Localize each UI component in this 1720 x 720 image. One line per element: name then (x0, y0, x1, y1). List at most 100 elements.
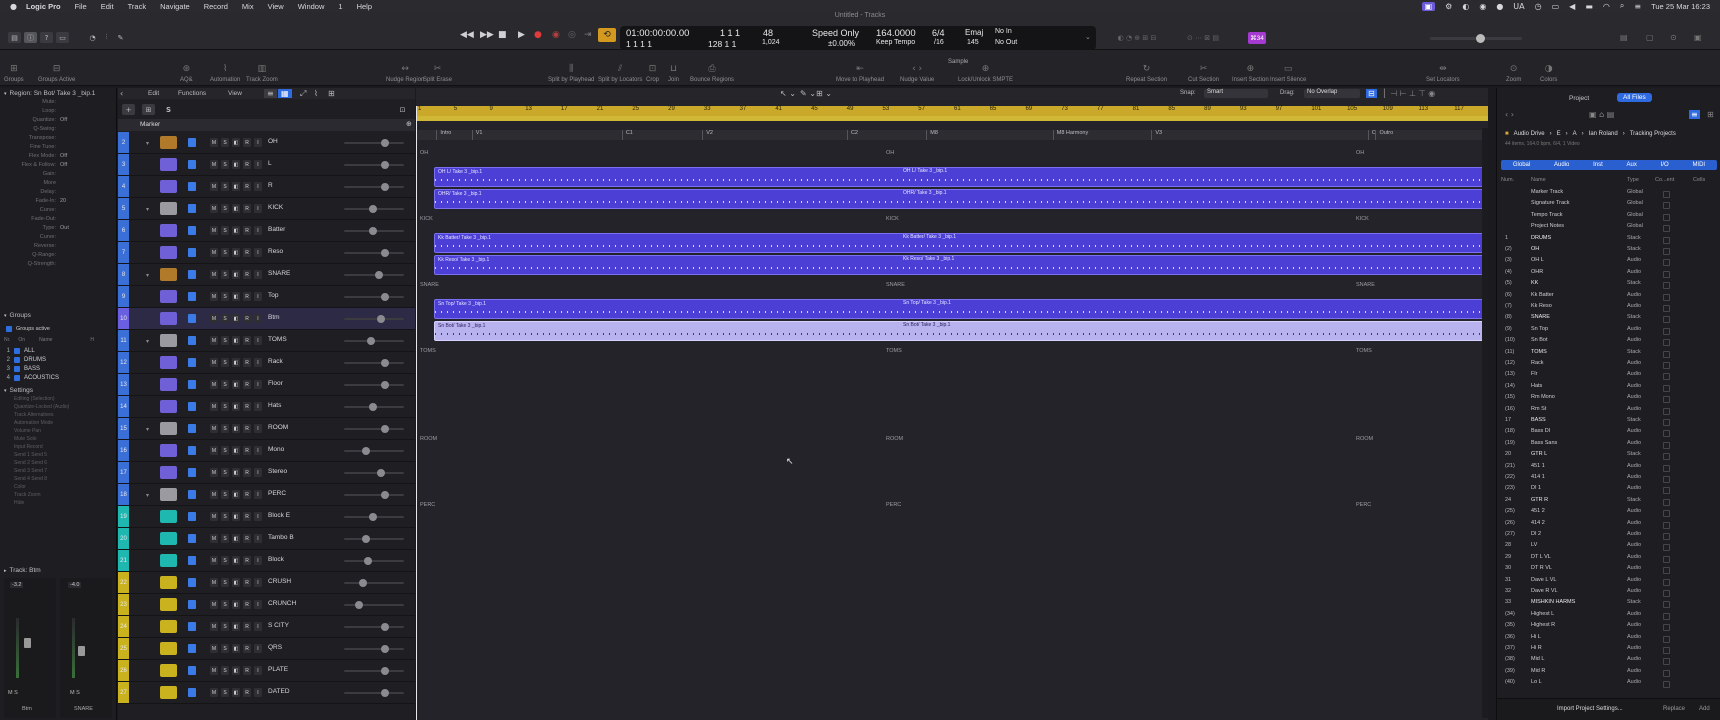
menu-window[interactable]: Window (291, 2, 332, 11)
nudge-value-field[interactable]: Sample (948, 59, 968, 65)
region-param-row[interactable]: Curve: (0, 207, 116, 216)
input-monitor-button[interactable]: I (254, 226, 262, 235)
lcd-chevron-icon[interactable]: ⌄ (1085, 33, 1091, 41)
record-enable-button[interactable]: R (243, 160, 251, 169)
mute-button[interactable]: M (210, 644, 218, 653)
track-monitor-button[interactable] (188, 688, 196, 697)
freeze-button[interactable]: ◧ (232, 204, 240, 213)
browser-row[interactable]: (6) Kk Batter Audio (1497, 292, 1720, 303)
row-checkbox[interactable] (1663, 590, 1670, 597)
loop-browser-icon[interactable]: ⊙ (1670, 33, 1677, 42)
settings-row[interactable]: Hide (0, 500, 116, 508)
filter-inst[interactable]: Inst (1593, 162, 1603, 168)
input-monitor-button[interactable]: I (254, 248, 262, 257)
track-row[interactable]: 25 M S ◧ R I QRS (118, 638, 415, 660)
track-monitor-button[interactable] (188, 248, 196, 257)
track-name[interactable]: KICK (268, 204, 283, 211)
settings-row[interactable]: Volume Pan (0, 428, 116, 436)
region-param-row[interactable]: Q-Range: (0, 252, 116, 261)
browser-row[interactable]: 31 Dave L VL Audio (1497, 577, 1720, 588)
autopunch-button[interactable]: ⇥ (584, 30, 592, 40)
browser-row[interactable]: (22) 414 1 Audio (1497, 474, 1720, 485)
region-param-row[interactable]: Flex & Follow: Off (0, 162, 116, 171)
track-monitor-button[interactable] (188, 358, 196, 367)
path-ian-roland[interactable]: Ian Roland (1589, 131, 1618, 137)
track-volume-knob[interactable] (381, 491, 389, 499)
solo-button[interactable]: S (221, 292, 229, 301)
notepad-icon[interactable]: ▢ (1646, 33, 1654, 42)
toolbar-item-groups[interactable]: ⊞ Groups (4, 50, 24, 86)
audio-region[interactable]: Sn Bot/ Take 3 _bip.1 (434, 321, 1488, 341)
track-name[interactable]: Floor (268, 380, 283, 387)
track-volume-slider[interactable] (344, 469, 404, 477)
solo-button[interactable]: S (221, 512, 229, 521)
track-volume-slider[interactable] (344, 689, 404, 697)
track-monitor-button[interactable] (188, 402, 196, 411)
mute-button[interactable]: M (210, 380, 218, 389)
row-checkbox[interactable] (1663, 213, 1670, 221)
input-monitor-button[interactable]: I (254, 446, 262, 455)
freeze-button[interactable]: ◧ (232, 600, 240, 609)
settings-row[interactable]: Editing (Selection) (0, 396, 116, 404)
region-param-value[interactable]: Off (60, 117, 67, 123)
input-monitor-button[interactable]: I (254, 578, 262, 587)
track-volume-slider[interactable] (344, 271, 404, 279)
mic-icon[interactable]: ● (1496, 2, 1503, 11)
mute-button[interactable]: M (210, 226, 218, 235)
browser-row[interactable]: (25) 451 2 Audio (1497, 508, 1720, 519)
settings-row[interactable]: Send 2 Send 6 (0, 460, 116, 468)
browser-row[interactable]: Project Notes Global (1497, 223, 1720, 234)
solo-button[interactable]: S (221, 248, 229, 257)
row-checkbox[interactable] (1663, 658, 1670, 666)
track-monitor-button[interactable] (188, 512, 196, 521)
row-checkbox[interactable] (1663, 236, 1670, 244)
browser-row[interactable]: (4) OHR Audio (1497, 269, 1720, 280)
track-volume-slider[interactable] (344, 403, 404, 411)
settings-row[interactable]: Automation Mode (0, 420, 116, 428)
record-enable-button[interactable]: R (243, 182, 251, 191)
strip-b-buttons[interactable]: M S (70, 690, 80, 696)
toolbar-item-crop[interactable]: ⊡ Crop (646, 50, 659, 86)
freeze-button[interactable]: ◧ (232, 336, 240, 345)
menu-track[interactable]: Track (121, 2, 153, 11)
audio-region[interactable]: OH L/ Take 3 _bip.1 (434, 167, 1488, 187)
group-row[interactable]: 1 ALL (0, 346, 116, 355)
track-monitor-button[interactable] (188, 622, 196, 631)
row-checkbox[interactable] (1663, 578, 1670, 586)
play-button[interactable]: ▶ (518, 30, 525, 40)
browser-row[interactable]: (13) Flr Audio (1497, 371, 1720, 382)
menu-edit[interactable]: Edit (94, 2, 121, 11)
track-volume-knob[interactable] (362, 447, 370, 455)
row-checkbox[interactable] (1663, 191, 1670, 198)
menu-view[interactable]: View (261, 2, 291, 11)
track-row[interactable]: 15 ▾ M S ◧ R I ROOM (118, 418, 415, 440)
freeze-button[interactable]: ◧ (232, 666, 240, 675)
toolbar-item-nudge-value[interactable]: ‹ › Nudge Value (900, 50, 934, 86)
row-checkbox[interactable] (1663, 647, 1670, 654)
input-monitor-button[interactable]: I (254, 292, 262, 301)
row-checkbox[interactable] (1663, 339, 1670, 347)
cycle-button[interactable]: ⟲ (598, 28, 616, 42)
rewind-button[interactable]: ◀◀ (460, 30, 474, 40)
input-monitor-button[interactable]: I (254, 600, 262, 609)
search-icon[interactable]: ⌕ (1620, 1, 1624, 11)
solo-button[interactable]: S (221, 380, 229, 389)
menu-navigate[interactable]: Navigate (153, 2, 197, 11)
track-name[interactable]: CRUSH (268, 578, 291, 585)
row-checkbox[interactable] (1663, 419, 1670, 426)
volume-icon[interactable]: ◀ (1569, 2, 1575, 11)
track-row[interactable]: 4 M S ◧ R I R (118, 176, 415, 198)
track-row[interactable]: 9 M S ◧ R I Top (118, 286, 415, 308)
browser-row[interactable]: 24 GTR R Stack (1497, 497, 1720, 508)
track-lanes[interactable]: OH OH OH KICK KICK KICK SNARE SNARE SNARE TOMS TOM… (416, 88, 1488, 720)
region-param-row[interactable]: Quantize: Off (0, 117, 116, 126)
record-enable-button[interactable]: R (243, 402, 251, 411)
toolbar-item-set-locators[interactable]: ⇹ Set Locators (1426, 50, 1460, 86)
track-name[interactable]: Btm (268, 314, 280, 321)
track-volume-slider[interactable] (344, 139, 404, 147)
flex-icon[interactable]: ⤢ (300, 89, 306, 99)
track-row[interactable]: 27 M S ◧ R I DATED (118, 682, 415, 704)
global-tracks-icon[interactable]: ⊡ (396, 104, 409, 115)
track-volume-knob[interactable] (362, 535, 370, 543)
screen-record-icon[interactable]: ▣ (1421, 1, 1436, 11)
